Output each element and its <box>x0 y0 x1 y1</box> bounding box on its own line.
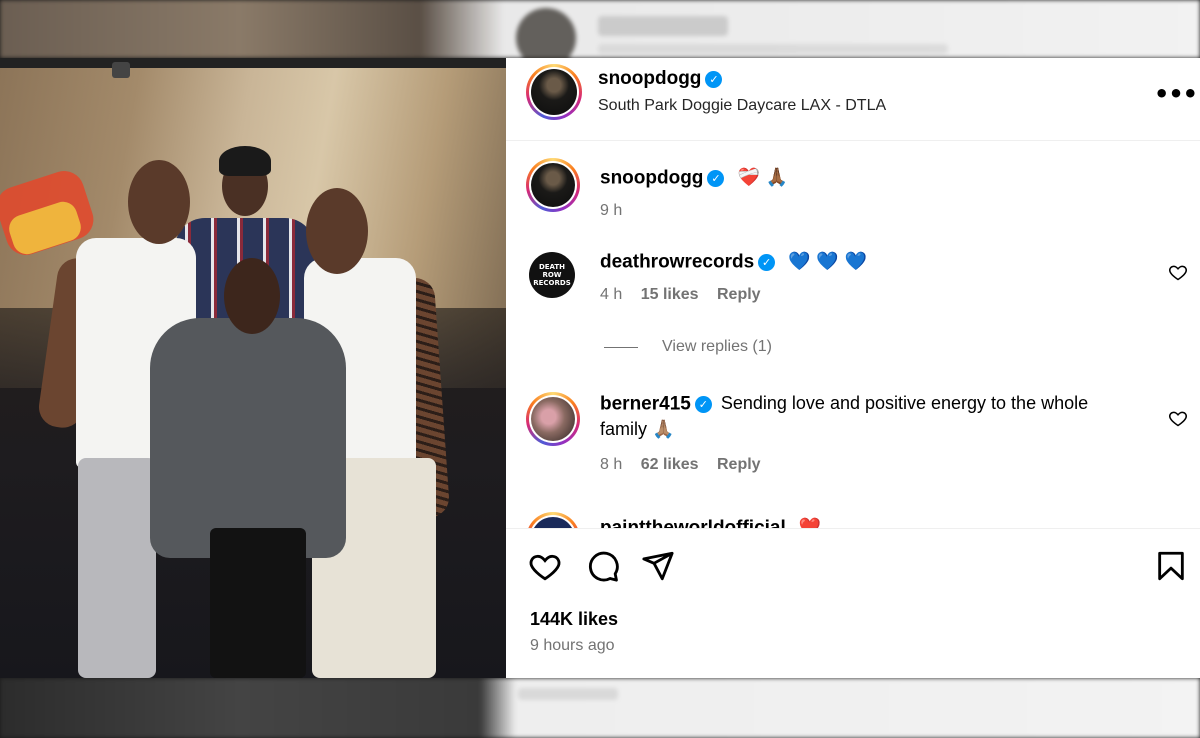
ghost-username <box>598 16 728 36</box>
post-header: snoopdogg ✓ South Park Doggie Daycare LAX… <box>506 58 1200 141</box>
caption-time: 9 h <box>600 202 623 219</box>
verified-badge-icon: ✓ <box>705 70 723 88</box>
view-replies-button[interactable]: View replies (1) <box>604 338 772 356</box>
comment-text: Sending love and positive energy to the … <box>720 393 1089 413</box>
ghost-location <box>598 44 948 54</box>
black-pants <box>210 528 306 678</box>
comment-icon[interactable] <box>586 549 620 583</box>
share-icon[interactable] <box>641 549 675 583</box>
comment-text: 💙 💙 💙 <box>788 251 867 272</box>
bookmark-icon[interactable] <box>1154 549 1188 583</box>
likes-count[interactable]: 144K likes <box>530 609 618 630</box>
verified-badge-icon: ✓ <box>707 169 725 187</box>
comment-meta: 8 h 62 likes Reply <box>600 456 775 474</box>
post-location[interactable]: South Park Doggie Daycare LAX - DTLA <box>598 97 886 115</box>
verified-badge-icon: ✓ <box>694 395 712 413</box>
comment-likes[interactable]: 15 likes <box>641 286 699 303</box>
comment-text-continued: family 🙏🏽 <box>600 419 675 439</box>
beanie <box>219 146 271 176</box>
reply-button[interactable]: Reply <box>717 286 761 303</box>
verified-badge-icon: ✓ <box>758 253 776 271</box>
comment-time: 4 h <box>600 286 623 303</box>
comment-avatar[interactable] <box>526 512 580 528</box>
replies-divider <box>604 346 638 348</box>
author-avatar[interactable] <box>526 64 582 120</box>
spotlight <box>112 62 130 78</box>
caption-username[interactable]: snoopdogg <box>600 167 703 188</box>
comment-username[interactable]: painttheworldofficial <box>600 517 786 528</box>
post-timestamp: 9 hours ago <box>530 637 615 654</box>
light-rail <box>0 58 506 68</box>
post-detail-panel: snoopdogg ✓ South Park Doggie Daycare LAX… <box>506 58 1200 678</box>
comment-text: ❤️ <box>798 517 822 528</box>
caption-avatar[interactable] <box>526 158 580 212</box>
comment-avatar[interactable]: DEATH ROW RECORDS <box>529 252 575 298</box>
comment-meta: 4 h 15 likes Reply <box>600 286 775 304</box>
background-blur-bottom <box>0 678 1200 738</box>
author-username[interactable]: snoopdogg <box>598 68 701 89</box>
comment-username[interactable]: berner415 <box>600 393 691 414</box>
comments-list[interactable]: snoopdogg ✓ ❤️‍🩹 🙏🏾 9 h DEATH ROW RECORDS… <box>506 142 1200 528</box>
avatar-logo-text: DEATH ROW RECORDS <box>533 263 571 287</box>
comment-username[interactable]: deathrowrecords <box>600 251 754 272</box>
heart-icon[interactable] <box>1168 262 1188 282</box>
comment-text-row: painttheworldofficial ❤️ <box>600 514 1140 528</box>
heart-icon[interactable] <box>528 549 562 583</box>
head <box>128 160 190 244</box>
reply-button[interactable]: Reply <box>717 456 761 473</box>
head <box>224 258 280 334</box>
ghost-timestamp <box>518 688 618 700</box>
comment-text-row: berner415 ✓ Sending love and positive ene… <box>600 390 1140 417</box>
head <box>306 188 368 274</box>
action-bar: 144K likes 9 hours ago <box>506 528 1200 678</box>
comment-time: 8 h <box>600 456 623 473</box>
comment-likes[interactable]: 62 likes <box>641 456 699 473</box>
comment-text-row: deathrowrecords ✓ 💙 💙 💙 <box>600 248 1140 275</box>
sweatpants <box>78 458 156 678</box>
comment-avatar[interactable] <box>526 392 580 446</box>
heart-icon[interactable] <box>1168 408 1188 428</box>
post-photo[interactable] <box>0 58 506 678</box>
author-name-row: snoopdogg ✓ <box>598 68 723 90</box>
caption-emojis: ❤️‍🩹 🙏🏾 <box>737 167 788 188</box>
caption-text-row: snoopdogg ✓ ❤️‍🩹 🙏🏾 <box>600 164 1140 191</box>
caption-meta: 9 h <box>600 202 636 220</box>
background-blur-top <box>0 0 1200 68</box>
grey-jacket <box>150 318 346 558</box>
more-horizontal-icon[interactable]: ••• <box>1154 80 1198 108</box>
view-replies-label: View replies (1) <box>662 338 772 355</box>
